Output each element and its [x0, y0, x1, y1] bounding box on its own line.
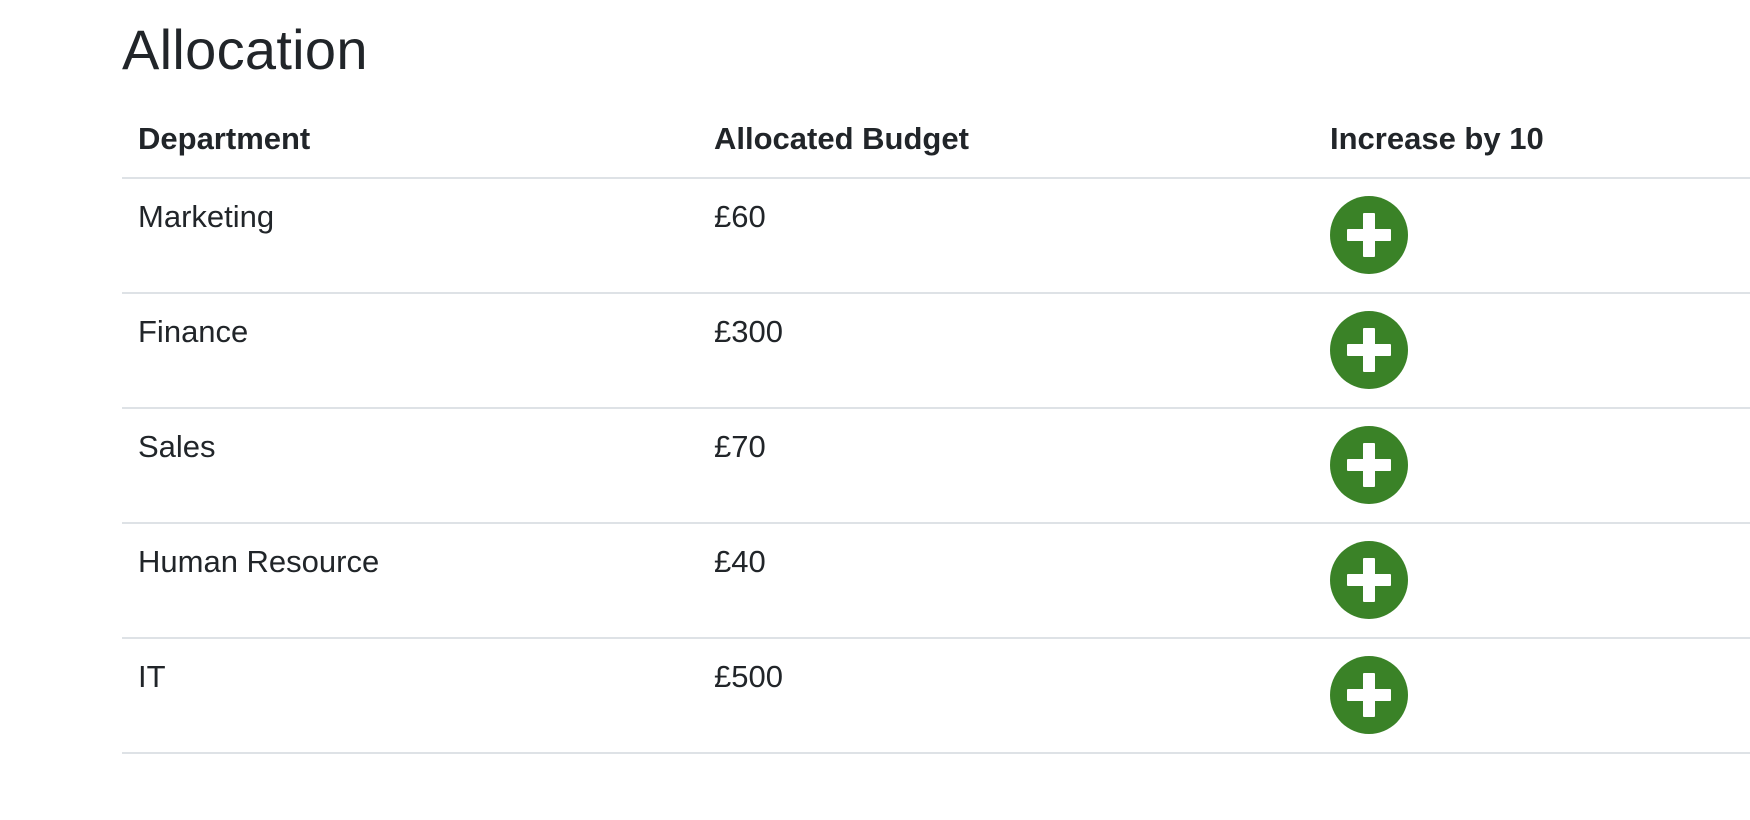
page-title: Allocation [122, 18, 368, 81]
increase-budget-button[interactable] [1330, 196, 1408, 274]
plus-circle-icon [1347, 558, 1391, 602]
increase-budget-button[interactable] [1330, 426, 1408, 504]
budget-cell: £60 [698, 178, 1314, 294]
action-cell [1314, 523, 1750, 639]
allocation-page: Allocation Department Allocated Budget I… [0, 0, 1750, 820]
plus-circle-icon [1347, 213, 1391, 257]
department-cell: Human Resource [122, 523, 698, 639]
table-header: Department Allocated Budget Increase by … [122, 100, 1750, 179]
table-header-row: Department Allocated Budget Increase by … [122, 100, 1750, 179]
column-header-increase: Increase by 10 [1314, 100, 1750, 179]
department-cell: IT [122, 638, 698, 754]
budget-cell: £500 [698, 638, 1314, 754]
increase-budget-button[interactable] [1330, 311, 1408, 389]
action-cell [1314, 638, 1750, 754]
allocation-table: Department Allocated Budget Increase by … [122, 100, 1750, 754]
table-body: Marketing £60 Finance £300 Sales £70 Hum… [122, 178, 1750, 754]
budget-cell: £40 [698, 523, 1314, 639]
increase-budget-button[interactable] [1330, 656, 1408, 734]
department-cell: Sales [122, 408, 698, 524]
budget-cell: £300 [698, 293, 1314, 409]
plus-circle-icon [1347, 673, 1391, 717]
column-header-allocated-budget: Allocated Budget [698, 100, 1314, 179]
action-cell [1314, 178, 1750, 294]
budget-cell: £70 [698, 408, 1314, 524]
plus-circle-icon [1347, 443, 1391, 487]
table-row: Marketing £60 [122, 178, 1750, 294]
table-row: IT £500 [122, 638, 1750, 754]
department-cell: Marketing [122, 178, 698, 294]
table-row: Finance £300 [122, 293, 1750, 409]
action-cell [1314, 293, 1750, 409]
table-row: Sales £70 [122, 408, 1750, 524]
increase-budget-button[interactable] [1330, 541, 1408, 619]
action-cell [1314, 408, 1750, 524]
plus-circle-icon [1347, 328, 1391, 372]
table-row: Human Resource £40 [122, 523, 1750, 639]
department-cell: Finance [122, 293, 698, 409]
column-header-department: Department [122, 100, 698, 179]
